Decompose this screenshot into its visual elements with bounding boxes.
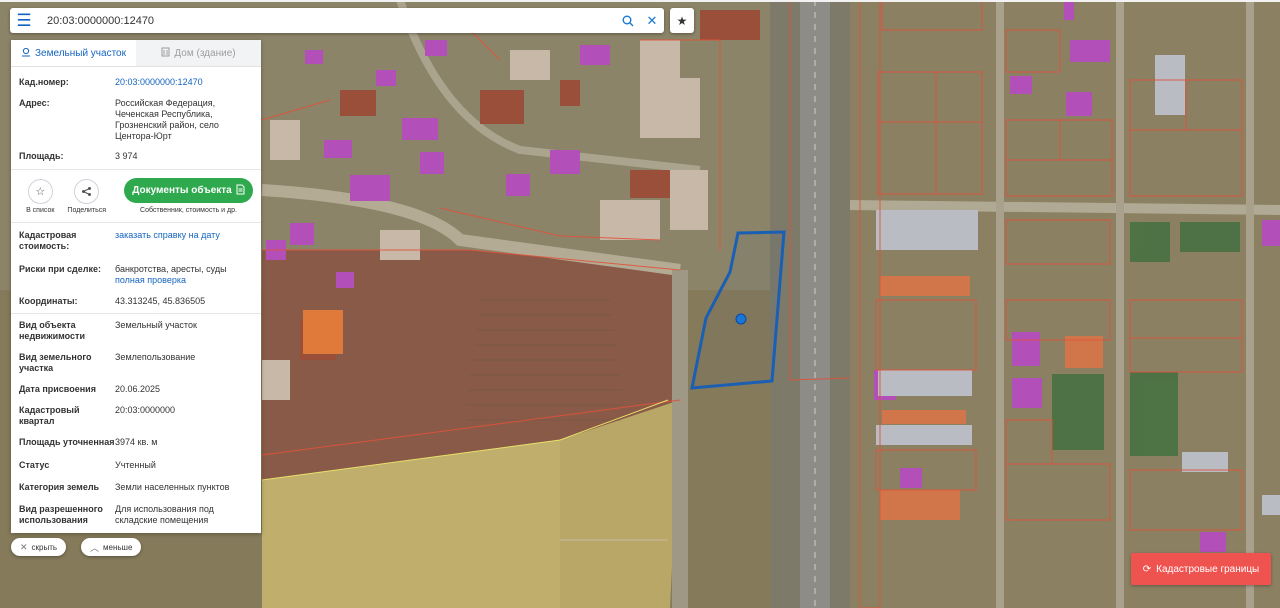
address-value: Российская Федерация, Чеченская Республи… xyxy=(115,98,219,141)
share-action: Поделиться xyxy=(66,178,109,214)
show-less-button[interactable]: ︿ меньше xyxy=(81,538,142,556)
star-icon[interactable]: ★ xyxy=(670,8,694,33)
documents-caption: Собственник, стоимость и др. xyxy=(140,207,237,214)
share-icon[interactable] xyxy=(74,178,100,204)
attr-row: Кадастровый квартал 20:03:0000000 xyxy=(11,405,261,427)
cad-number-label: Кад.номер: xyxy=(19,77,69,87)
less-label: меньше xyxy=(103,542,133,552)
attr-label: Дата присвоения xyxy=(19,384,96,394)
share-caption: Поделиться xyxy=(67,206,107,214)
star-icon[interactable]: ☆ xyxy=(27,178,53,204)
land-plot-icon xyxy=(21,47,31,60)
attr-value: 20.06.2025 xyxy=(115,384,161,394)
attr-label: Вид разрешенного использования xyxy=(19,504,103,525)
coords-label: Координаты: xyxy=(19,296,78,306)
chevron-up-icon: ︿ xyxy=(90,542,100,553)
search-bar: ☰ ✕ xyxy=(10,8,664,33)
cadastral-boundaries-label: Кадастровые границы xyxy=(1156,563,1260,575)
attr-value: 20:03:0000000 xyxy=(115,405,176,415)
attr-value: Землепользование xyxy=(115,352,196,362)
coords-row: Координаты: 43.313245, 45.836505 xyxy=(11,296,261,307)
cad-number-link[interactable]: 20:03:0000000:12470 xyxy=(115,77,253,88)
area-row: Площадь: 3 974 xyxy=(11,151,261,162)
area-label: Площадь: xyxy=(19,151,64,161)
documents-label: Документы объекта xyxy=(132,185,232,196)
coords-value: 43.313245, 45.836505 xyxy=(115,296,206,306)
attr-label: Статус xyxy=(19,460,50,470)
attr-value: Земли населенных пунктов xyxy=(115,482,230,492)
attr-value: Земельный участок xyxy=(115,320,197,330)
divider xyxy=(11,313,261,314)
document-icon xyxy=(236,184,245,198)
attr-label: Площадь уточненная xyxy=(19,437,115,447)
tab-building[interactable]: Дом (здание) xyxy=(136,40,261,66)
tab-label: Земельный участок xyxy=(34,47,126,59)
address-label: Адрес: xyxy=(19,98,50,108)
attr-label: Вид объекта недвижимости xyxy=(19,320,85,341)
add-to-list-action: ☆ В список xyxy=(19,178,62,214)
documents-button[interactable]: Документы объекта xyxy=(124,178,253,203)
divider xyxy=(11,222,261,223)
tab-land-plot[interactable]: Земельный участок xyxy=(11,40,136,66)
add-to-list-caption: В список xyxy=(26,206,55,214)
refresh-icon: ⟳ xyxy=(1142,563,1152,575)
documents-block: Документы объекта Собственник, стоимость… xyxy=(124,178,253,214)
risks-value: банкротства, аресты, суды полная проверк… xyxy=(115,264,253,286)
attr-row: Вид земельного участка Землепользование xyxy=(11,352,261,374)
address-row: Адрес: Российская Федерация, Чеченская Р… xyxy=(11,98,261,142)
attr-value: Для использования под складские помещени… xyxy=(115,504,214,525)
close-icon: ✕ xyxy=(20,541,28,552)
attr-value: Учтенный xyxy=(115,460,156,470)
action-bar: ☆ В список Поделиться Документы объекта … xyxy=(11,170,261,222)
attr-row: Вид объекта недвижимости Земельный участ… xyxy=(11,320,261,342)
panel-tabs: Земельный участок Дом (здание) xyxy=(11,40,261,67)
cost-row: Кадастровая стоимость: заказать справку … xyxy=(11,230,261,252)
search-icon[interactable] xyxy=(616,8,640,33)
cost-label: Кадастровая стоимость: xyxy=(19,230,77,251)
risks-label: Риски при сделке: xyxy=(19,264,101,274)
cadastral-boundaries-button[interactable]: ⟳ Кадастровые границы xyxy=(1131,553,1271,585)
parcel-info-panel: Земельный участок Дом (здание) Кад.номер… xyxy=(11,40,261,533)
tab-label: Дом (здание) xyxy=(174,47,236,59)
attr-value: 3974 кв. м xyxy=(115,437,158,447)
attr-label: Кадастровый квартал xyxy=(19,405,80,426)
attr-label: Категория земель xyxy=(19,482,100,492)
building-icon xyxy=(161,47,170,60)
attr-label: Вид земельного участка xyxy=(19,352,92,373)
hide-panel-button[interactable]: ✕ скрыть xyxy=(11,538,67,556)
close-icon[interactable]: ✕ xyxy=(640,8,664,33)
attr-row: Вид разрешенного использования Для испол… xyxy=(11,504,261,526)
attr-row: Категория земель Земли населенных пункто… xyxy=(11,482,261,493)
attr-row: Статус Учтенный xyxy=(11,460,261,471)
cad-number-row: Кад.номер: 20:03:0000000:12470 xyxy=(11,77,261,88)
full-check-link[interactable]: полная проверка xyxy=(115,275,253,286)
hide-label: скрыть xyxy=(31,542,58,552)
cost-link[interactable]: заказать справку на дату xyxy=(115,230,253,252)
attr-row: Дата присвоения 20.06.2025 xyxy=(11,384,261,395)
area-value: 3 974 xyxy=(115,151,138,161)
risks-row: Риски при сделке: банкротства, аресты, с… xyxy=(11,264,261,286)
attr-row: Площадь уточненная 3974 кв. м xyxy=(11,437,261,448)
risks-text: банкротства, аресты, суды xyxy=(115,264,227,274)
search-input[interactable] xyxy=(38,9,616,32)
hamburger-icon[interactable]: ☰ xyxy=(10,8,38,33)
